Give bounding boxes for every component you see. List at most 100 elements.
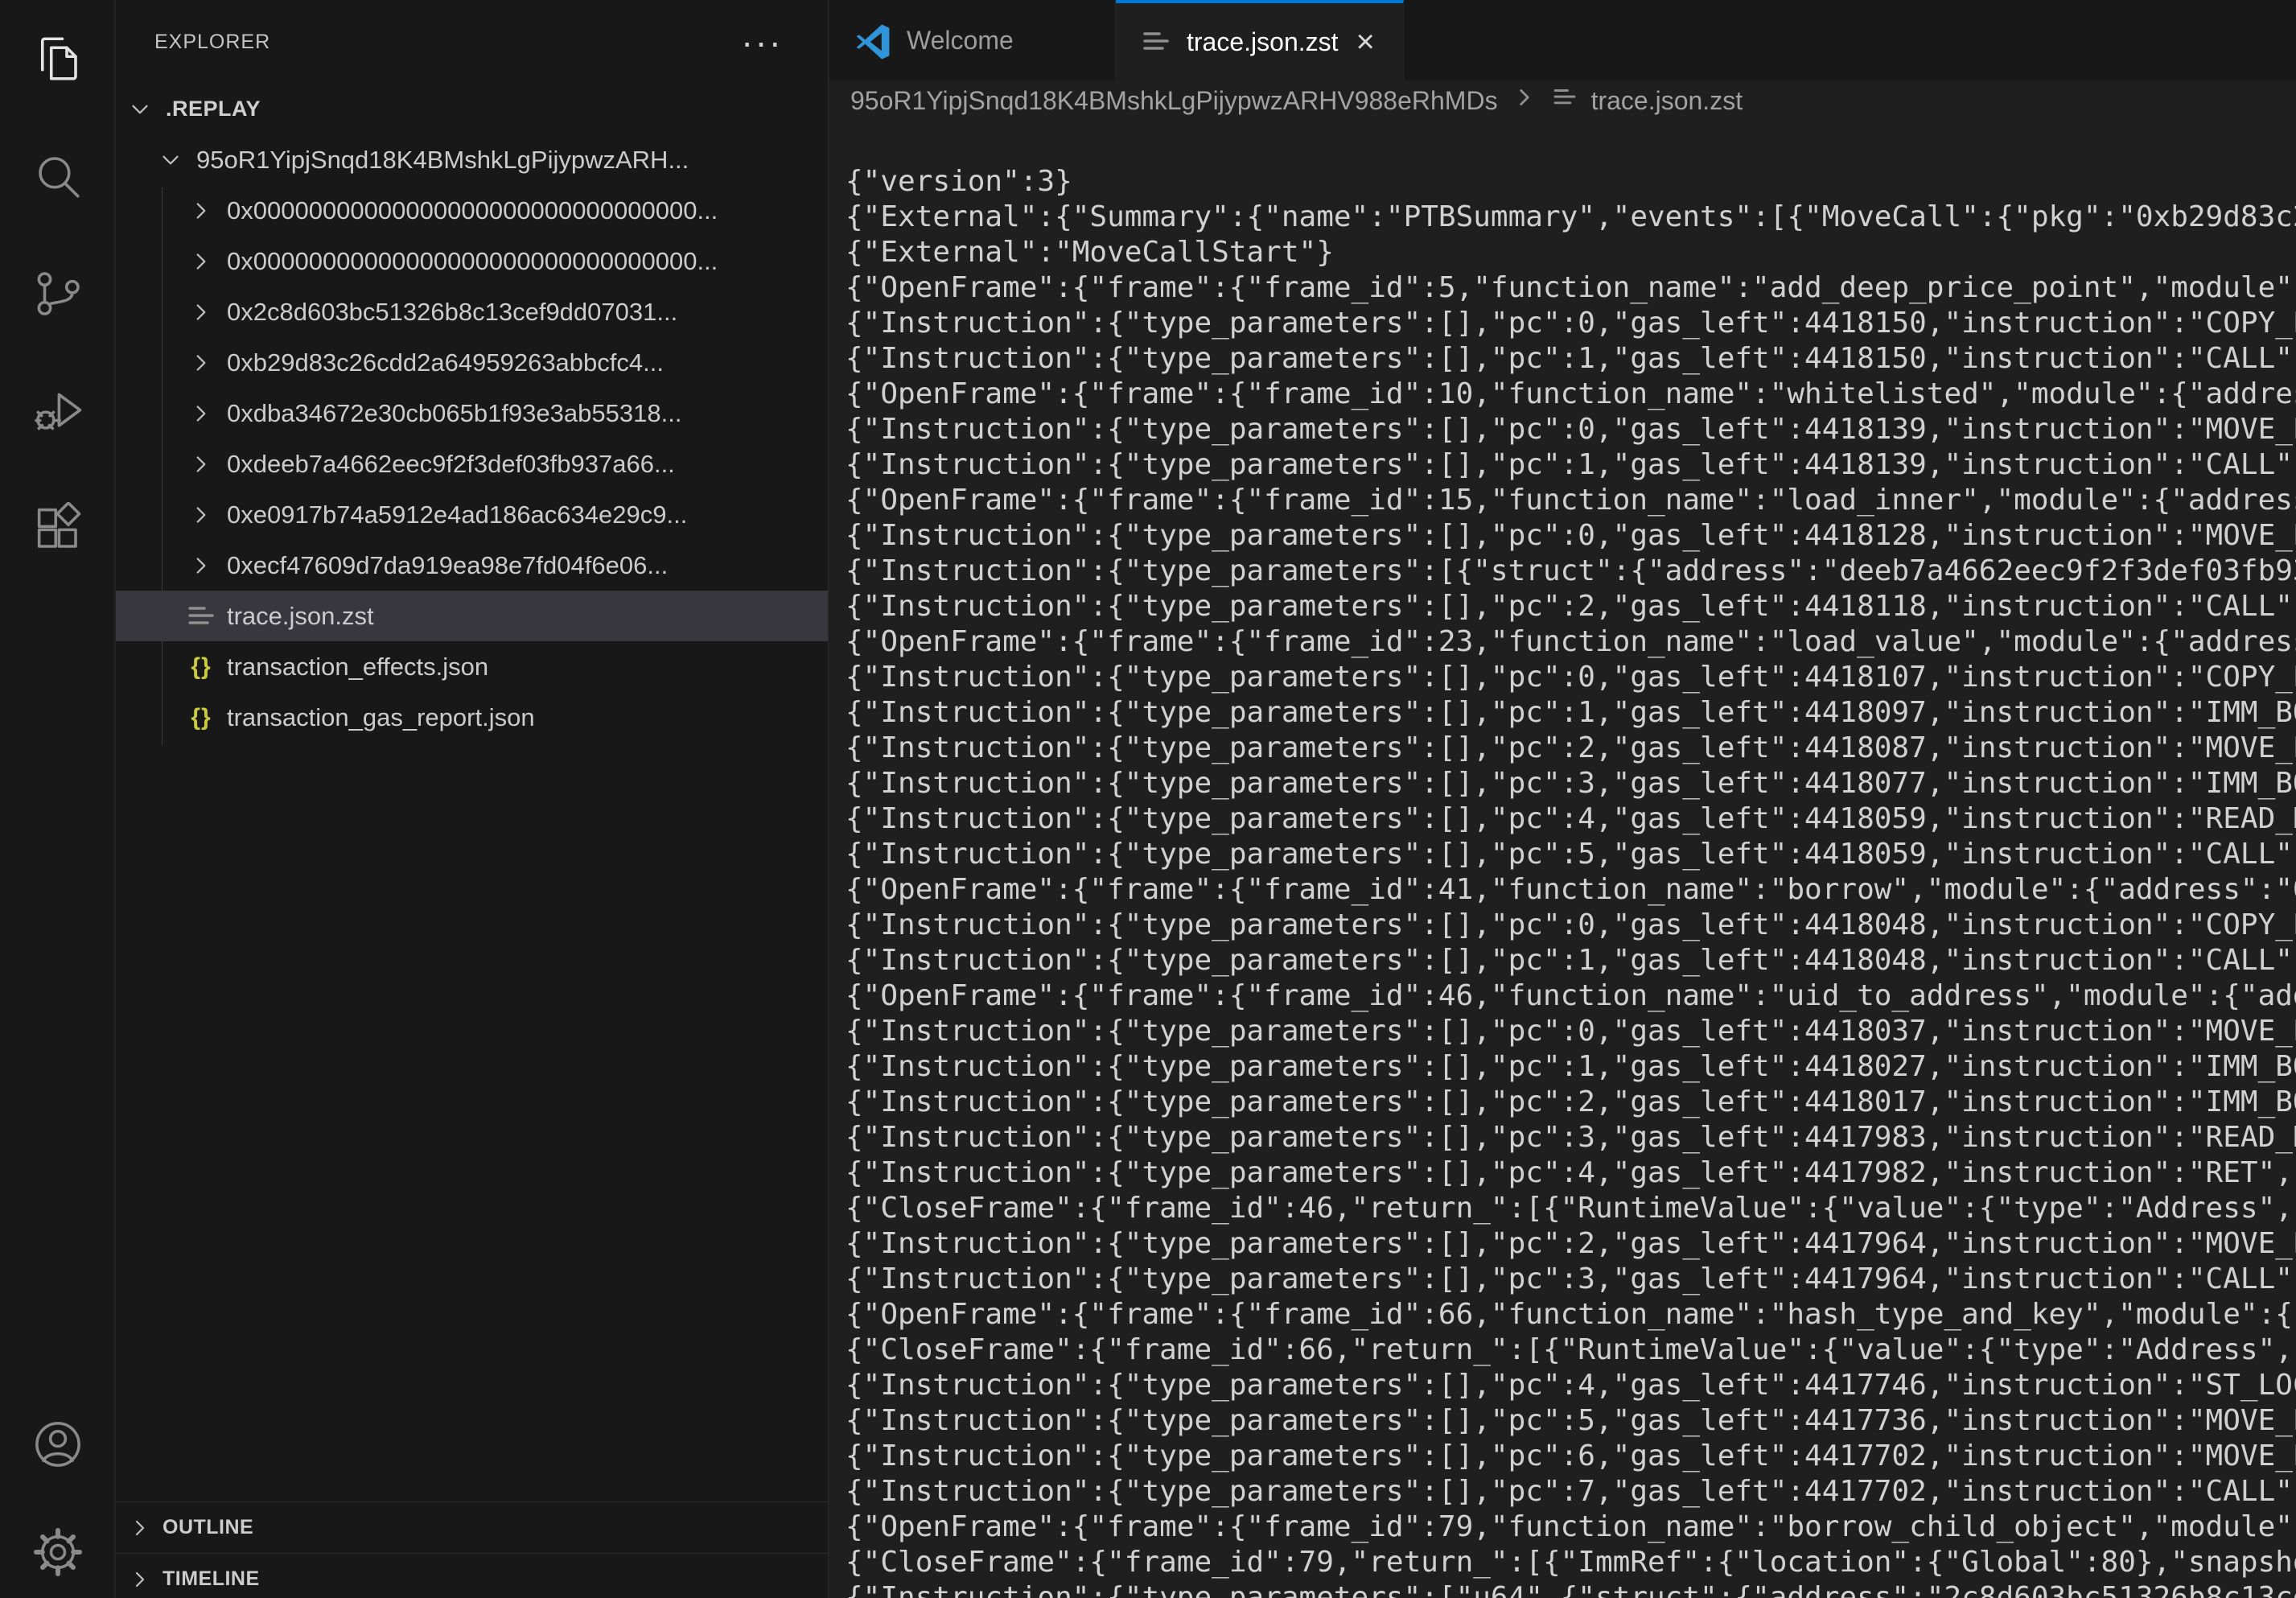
tree-item-address-folder[interactable]: 0x2c8d603bc51326b8c13cef9dd07031... — [116, 286, 828, 337]
code-line: {"Instruction":{"type_parameters":[],"pc… — [846, 1014, 2296, 1049]
tree-item-address-folder[interactable]: 0xe0917b74a5912e4ad186ac634e29c9... — [116, 489, 828, 540]
code-line: {"Instruction":{"type_parameters":[],"pc… — [846, 1439, 2296, 1474]
code-line: {"Instruction":{"type_parameters":[],"pc… — [846, 695, 2296, 731]
chevron-right-icon[interactable] — [183, 349, 219, 377]
tree-item-address-folder[interactable]: 0x00000000000000000000000000000000... — [116, 236, 828, 286]
tree-item-replay-root[interactable]: .REPLAY — [116, 84, 828, 134]
chevron-right-icon — [1511, 84, 1538, 117]
chevron-right-icon[interactable] — [183, 400, 219, 427]
file-lines-icon — [183, 600, 219, 632]
code-line: {"Instruction":{"type_parameters":[],"pc… — [846, 447, 2296, 483]
tree-item-address-folder[interactable]: 0xecf47609d7da919ea98e7fd04f6e06... — [116, 540, 828, 591]
code-line: {"OpenFrame":{"frame":{"frame_id":15,"fu… — [846, 483, 2296, 518]
tab-welcome[interactable]: Welcome — [829, 0, 1116, 80]
sidebar-section-timeline[interactable]: TIMELINE — [116, 1553, 828, 1598]
close-icon[interactable]: × — [1356, 26, 1375, 58]
code-line: {"Instruction":{"type_parameters":[],"pc… — [846, 1474, 2296, 1509]
code-line: {"Instruction":{"type_parameters":[],"pc… — [846, 1120, 2296, 1155]
tree-item-label: 95oR1YipjSnqd18K4BMshkLgPijypwzARH... — [196, 146, 689, 175]
code-line: {"Instruction":{"type_parameters":[],"pc… — [846, 1085, 2296, 1120]
code-line: {"Instruction":{"type_parameters":[],"pc… — [846, 1368, 2296, 1403]
tree-item-label: 0x00000000000000000000000000000000... — [227, 196, 718, 225]
chevron-down-icon[interactable] — [122, 96, 158, 123]
json-braces-icon: {} — [183, 704, 219, 731]
sidebar-section-outline[interactable]: OUTLINE — [116, 1501, 828, 1553]
tree-item-label: .REPLAY — [166, 97, 261, 121]
tree-item-label: 0xdba34672e30cb065b1f93e3ab55318... — [227, 399, 681, 428]
tree-item-label: trace.json.zst — [227, 602, 374, 631]
vscode-logo-icon — [854, 21, 892, 60]
breadcrumb-file[interactable]: trace.json.zst — [1591, 86, 1743, 116]
tree-item-address-folder[interactable]: 0xb29d83c26cdd2a64959263abbcfc4... — [116, 337, 828, 388]
chevron-right-icon[interactable] — [183, 552, 219, 579]
tab-label: trace.json.zst — [1187, 27, 1339, 57]
tree-item-label: transaction_gas_report.json — [227, 703, 535, 732]
tree-item-label: 0xb29d83c26cdd2a64959263abbcfc4... — [227, 348, 664, 377]
code-line: {"Instruction":{"type_parameters":[],"pc… — [846, 766, 2296, 801]
code-line: {"Instruction":{"type_parameters":[],"pc… — [846, 660, 2296, 695]
activity-bar — [0, 0, 115, 1598]
breadcrumb: 95oR1YipjSnqd18K4BMshkLgPijypwzARHV988eR… — [829, 80, 2296, 121]
code-line: {"version":3} — [846, 164, 2296, 200]
code-line: {"CloseFrame":{"frame_id":46,"return_":[… — [846, 1191, 2296, 1226]
editor-area: Welcome trace.json.zst × 95oR1YipjSnqd18… — [829, 0, 2296, 1598]
files-icon[interactable] — [0, 0, 115, 117]
chevron-right-icon[interactable] — [122, 1567, 158, 1592]
json-braces-icon: {} — [183, 653, 219, 681]
source-control-icon[interactable] — [0, 235, 115, 352]
tree-item-label: 0xe0917b74a5912e4ad186ac634e29c9... — [227, 500, 687, 529]
explorer-sidebar: EXPLORER ··· .REPLAY 95oR1YipjSnqd18K4BM… — [116, 0, 829, 1598]
code-line: {"OpenFrame":{"frame":{"frame_id":79,"fu… — [846, 1509, 2296, 1545]
code-line: {"CloseFrame":{"frame_id":66,"return_":[… — [846, 1332, 2296, 1368]
code-line: {"Instruction":{"type_parameters":["u64"… — [846, 1580, 2296, 1598]
code-line: {"Instruction":{"type_parameters":[],"pc… — [846, 412, 2296, 447]
code-line: {"Instruction":{"type_parameters":[],"pc… — [846, 518, 2296, 554]
chevron-right-icon[interactable] — [122, 1515, 158, 1541]
tree-item-label: 0xdeeb7a4662eec9f2f3def03fb937a66... — [227, 450, 675, 479]
tab-bar: Welcome trace.json.zst × — [829, 0, 2296, 80]
settings-gear-icon[interactable] — [0, 1493, 115, 1598]
code-line: {"Instruction":{"type_parameters":[],"pc… — [846, 943, 2296, 978]
chevron-right-icon[interactable] — [183, 451, 219, 478]
code-line: {"Instruction":{"type_parameters":[],"pc… — [846, 1155, 2296, 1191]
tree-item-gas-report-file[interactable]: {} transaction_gas_report.json — [116, 692, 828, 743]
trace-file-content[interactable]: {"version":3} {"External":{"Summary":{"n… — [829, 121, 2296, 1598]
section-label: TIMELINE — [163, 1567, 260, 1591]
explorer-header: EXPLORER ··· — [116, 0, 828, 84]
tree-item-trace-file[interactable]: trace.json.zst — [116, 591, 828, 641]
tree-item-label: 0x2c8d603bc51326b8c13cef9dd07031... — [227, 298, 677, 327]
tab-trace-json-zst[interactable]: trace.json.zst × — [1116, 0, 1404, 80]
code-line: {"OpenFrame":{"frame":{"frame_id":10,"fu… — [846, 377, 2296, 412]
explorer-title: EXPLORER — [154, 31, 741, 54]
code-line: {"OpenFrame":{"frame":{"frame_id":5,"fun… — [846, 270, 2296, 306]
code-line: {"Instruction":{"type_parameters":[],"pc… — [846, 731, 2296, 766]
extensions-icon[interactable] — [0, 470, 115, 587]
tree-item-label: 0xecf47609d7da919ea98e7fd04f6e06... — [227, 551, 668, 580]
tab-label: Welcome — [907, 26, 1014, 56]
tree-item-effects-file[interactable]: {} transaction_effects.json — [116, 641, 828, 692]
code-line: {"Instruction":{"type_parameters":[{"str… — [846, 554, 2296, 589]
code-line: {"Instruction":{"type_parameters":[],"pc… — [846, 1262, 2296, 1297]
code-line: {"OpenFrame":{"frame":{"frame_id":66,"fu… — [846, 1297, 2296, 1332]
chevron-right-icon[interactable] — [183, 197, 219, 224]
code-line: {"External":"MoveCallStart"} — [846, 235, 2296, 270]
run-debug-icon[interactable] — [0, 352, 115, 470]
code-line: {"Instruction":{"type_parameters":[],"pc… — [846, 341, 2296, 377]
code-line: {"OpenFrame":{"frame":{"frame_id":23,"fu… — [846, 624, 2296, 660]
tree-item-address-folder[interactable]: 0x00000000000000000000000000000000... — [116, 185, 828, 236]
code-line: {"OpenFrame":{"frame":{"frame_id":46,"fu… — [846, 978, 2296, 1014]
breadcrumb-folder[interactable]: 95oR1YipjSnqd18K4BMshkLgPijypwzARHV988eR… — [850, 86, 1498, 116]
tree-item-address-folder[interactable]: 0xdeeb7a4662eec9f2f3def03fb937a66... — [116, 439, 828, 489]
code-line: {"OpenFrame":{"frame":{"frame_id":41,"fu… — [846, 872, 2296, 908]
code-line: {"Instruction":{"type_parameters":[],"pc… — [846, 801, 2296, 837]
search-icon[interactable] — [0, 117, 115, 235]
tree-item-replay-id-folder[interactable]: 95oR1YipjSnqd18K4BMshkLgPijypwzARH... — [116, 134, 828, 185]
chevron-right-icon[interactable] — [183, 299, 219, 326]
code-line: {"External":{"Summary":{"name":"PTBSumma… — [846, 200, 2296, 235]
more-actions-icon[interactable]: ··· — [741, 34, 783, 50]
account-icon[interactable] — [0, 1386, 115, 1503]
chevron-down-icon[interactable] — [153, 146, 188, 174]
chevron-right-icon[interactable] — [183, 248, 219, 275]
chevron-right-icon[interactable] — [183, 501, 219, 529]
tree-item-address-folder[interactable]: 0xdba34672e30cb065b1f93e3ab55318... — [116, 388, 828, 439]
